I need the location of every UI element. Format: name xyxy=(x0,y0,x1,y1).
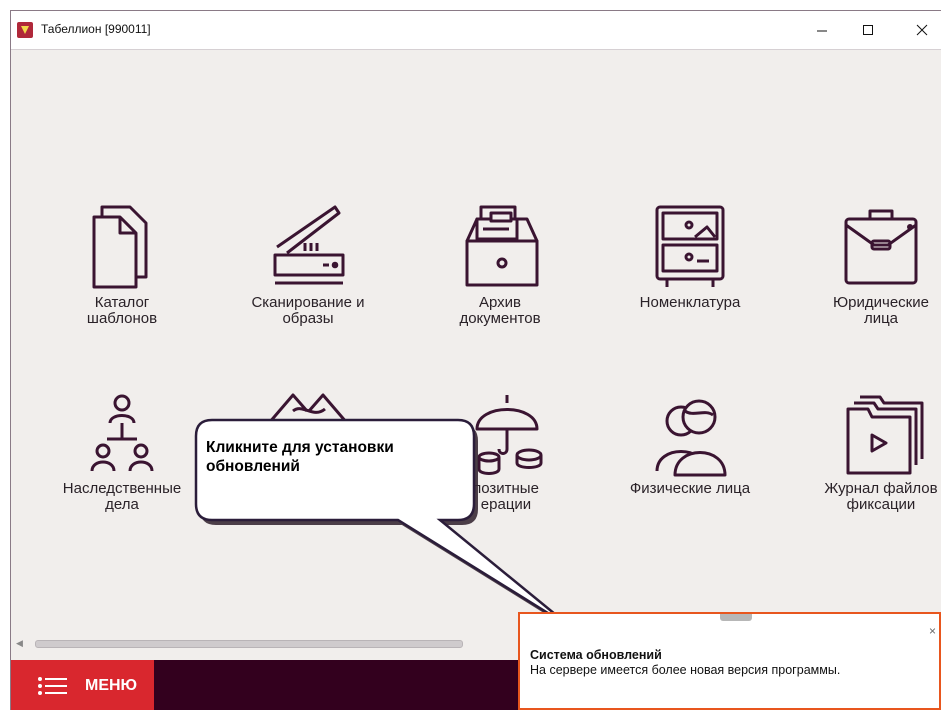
tile-label: Каталог шаблонов xyxy=(86,294,158,327)
maximize-icon xyxy=(863,25,873,35)
cabinet-icon xyxy=(655,205,725,287)
scrollbar-thumb[interactable] xyxy=(35,640,463,648)
tile-template-catalog[interactable]: Каталог шаблонов xyxy=(47,203,197,327)
maximize-button[interactable] xyxy=(845,11,891,49)
tile-individuals[interactable]: Физические лица xyxy=(615,389,765,497)
tile-label: позитные ерации xyxy=(473,480,539,513)
hierarchy-people-icon xyxy=(90,394,154,472)
minimize-button[interactable] xyxy=(799,11,845,49)
tile-label: Журнал файлов фиксации xyxy=(824,480,938,513)
tile-label: Юридические лица xyxy=(833,294,929,327)
umbrella-coins-icon xyxy=(475,395,543,475)
notification-close-button[interactable]: × xyxy=(929,624,936,638)
tile-contracts[interactable] xyxy=(233,389,383,439)
tile-label: Сканирование и образы xyxy=(251,294,365,327)
minimize-icon xyxy=(817,30,827,32)
tile-nomenclature[interactable]: Номенклатура xyxy=(615,203,765,311)
tile-fixation-file-log[interactable]: Журнал файлов фиксации xyxy=(806,389,941,513)
scanner-icon xyxy=(273,205,345,285)
people-icon xyxy=(655,399,727,477)
tile-label: Наследственные дела xyxy=(62,480,182,513)
app-window: Табеллион [990011] Каталог шаблонов Скан… xyxy=(10,10,941,710)
horizontal-scrollbar[interactable]: ◀ xyxy=(11,635,521,653)
title-bar: Табеллион [990011] xyxy=(11,11,941,50)
notification-title: Система обновлений xyxy=(530,648,662,662)
tile-label: Номенклатура xyxy=(639,294,741,311)
notification-message: На сервере имеется более новая версия пр… xyxy=(530,663,841,677)
archive-drawer-icon xyxy=(465,205,539,287)
handshake-icon xyxy=(267,393,349,424)
tile-label: Физические лица xyxy=(629,480,751,497)
tile-legal-entities[interactable]: Юридические лица xyxy=(806,203,941,327)
menu-label: МЕНЮ xyxy=(85,676,138,694)
tile-inheritance-cases[interactable]: Наследственные дела xyxy=(47,389,197,513)
briefcase-icon xyxy=(844,209,918,285)
tile-label: Архив документов xyxy=(459,294,541,327)
update-notification[interactable]: × Система обновлений На сервере имеется … xyxy=(518,612,941,710)
video-folder-icon xyxy=(846,395,924,475)
tile-scanning[interactable]: Сканирование и образы xyxy=(233,203,383,327)
list-icon xyxy=(38,676,67,695)
scroll-left-icon[interactable]: ◀ xyxy=(16,639,23,649)
menu-button[interactable]: МЕНЮ xyxy=(11,660,154,710)
app-logo-icon xyxy=(17,22,33,38)
window-title: Табеллион [990011] xyxy=(41,22,151,36)
callout-text: Кликните для установки обновлений xyxy=(206,439,394,475)
close-button[interactable] xyxy=(899,11,941,49)
documents-icon xyxy=(92,205,148,289)
notification-handle xyxy=(720,614,752,621)
tile-document-archive[interactable]: Архив документов xyxy=(425,203,575,327)
close-icon xyxy=(916,24,928,36)
